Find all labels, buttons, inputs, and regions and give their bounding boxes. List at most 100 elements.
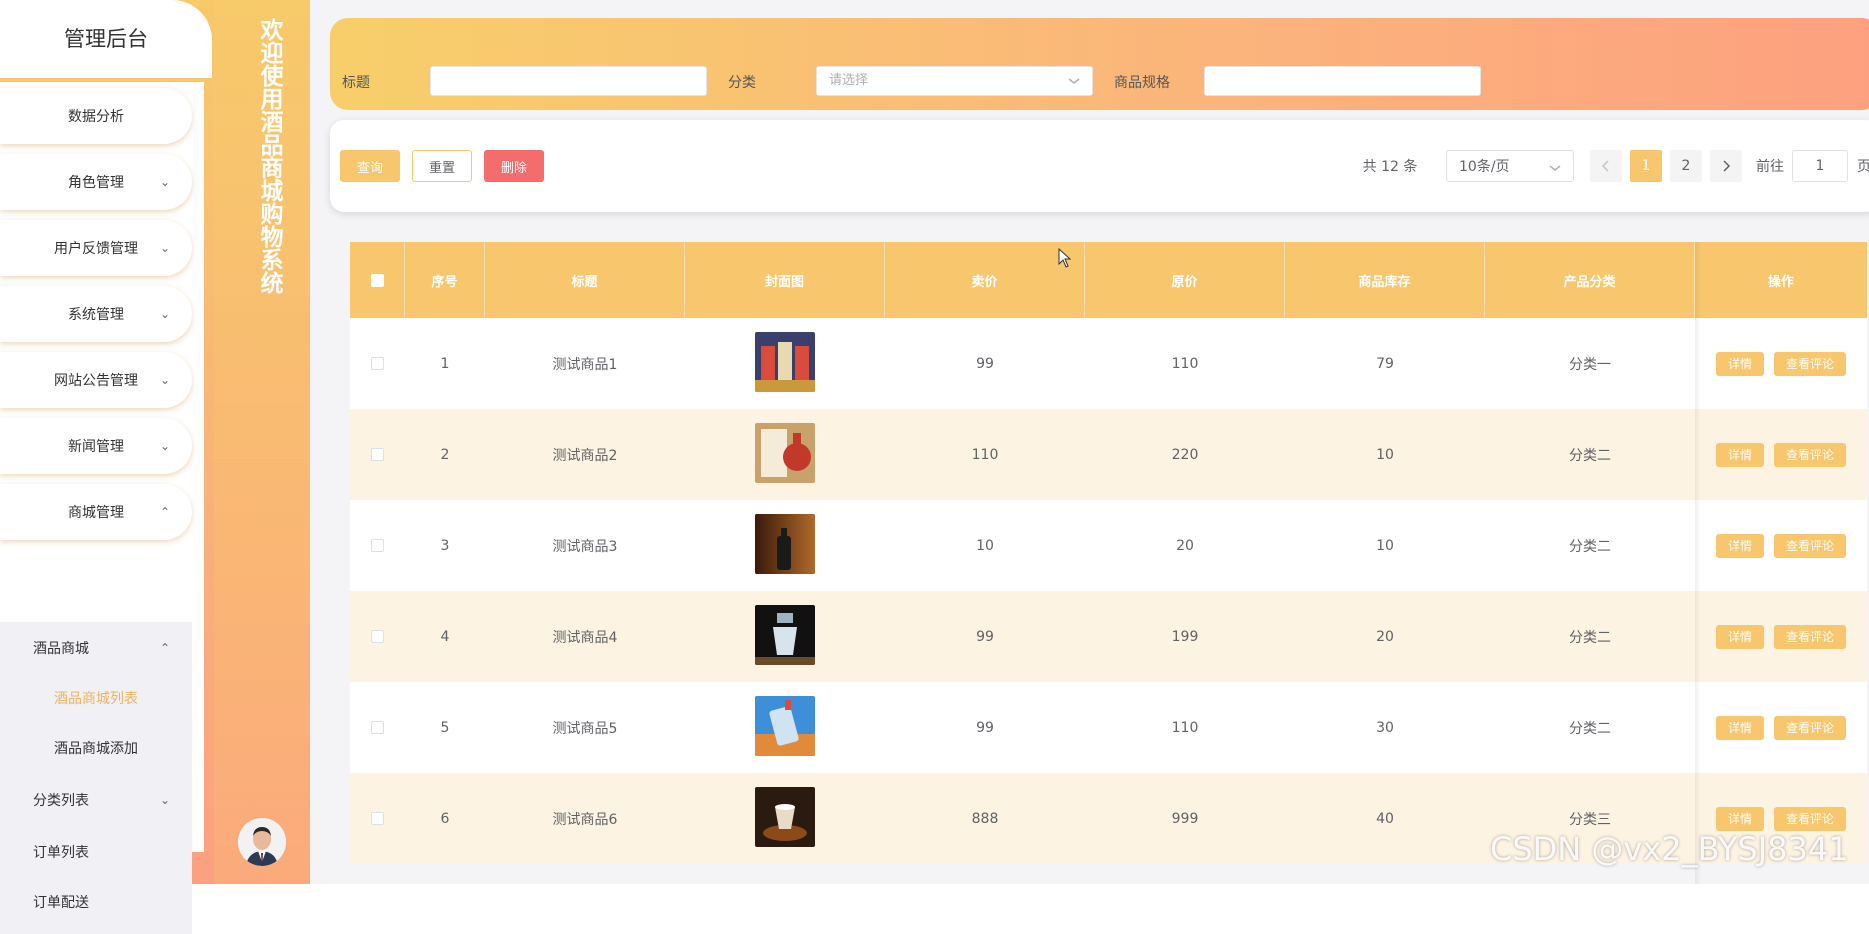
welcome-text: 欢迎使用酒品商城购物系统 [256,18,282,294]
cover-image[interactable] [755,513,815,578]
detail-button[interactable]: 详情 [1716,624,1764,649]
page-size-select[interactable]: 10条/页 [1446,150,1574,182]
cell-actions: 详情 查看评论 [1695,318,1867,409]
cell-actions: 详情 查看评论 [1695,682,1867,773]
cell-sell-price: 99 [976,628,994,645]
row-checkbox[interactable] [371,539,384,552]
page-1-button[interactable]: 1 [1630,150,1662,182]
cover-image[interactable] [755,422,815,487]
total-count: 共 12 条 [1362,159,1418,175]
sidebar-item-role-management[interactable]: 角色管理 ⌄ [0,154,192,210]
cell-title: 测试商品5 [552,720,618,737]
sidebar-item-mall-management[interactable]: 商城管理 ⌃ [0,484,192,540]
submenu-category-list[interactable]: 分类列表 ⌄ [0,778,192,822]
detail-button[interactable]: 详情 [1716,351,1764,376]
cover-image[interactable] [755,786,815,851]
cell-stock: 10 [1376,446,1394,463]
header-no: 序号 [405,242,485,318]
view-reviews-button[interactable]: 查看评论 [1774,533,1846,558]
sidebar-item-data-analysis[interactable]: 数据分析 [0,88,192,144]
cell-sell-price: 888 [971,810,999,827]
goto-page-input[interactable]: 1 [1792,150,1848,182]
query-button[interactable]: 查询 [340,150,400,182]
chevron-up-icon: ⌃ [159,505,170,519]
cell-cover [685,773,885,864]
header-stock: 商品库存 [1285,242,1485,318]
next-page-button[interactable] [1710,150,1742,182]
detail-button[interactable]: 详情 [1716,806,1764,831]
sidebar-title: 管理后台 [0,0,212,78]
page-2-button[interactable]: 2 [1670,150,1702,182]
cell-original-price: 20 [1176,537,1194,554]
chevron-down-icon: ⌄ [159,307,170,321]
cell-category: 分类二 [1569,629,1611,646]
cell-stock: 79 [1376,355,1394,372]
detail-button[interactable]: 详情 [1716,715,1764,740]
cell-sell-price: 99 [976,355,994,372]
header-sell-price: 卖价 [885,242,1085,318]
row-checkbox[interactable] [371,630,384,643]
cell-actions: 详情 查看评论 [1695,409,1867,500]
cover-image[interactable] [755,331,815,396]
row-checkbox[interactable] [371,357,384,370]
cell-cover [685,500,885,591]
search-panel: 标题 分类 请选择 商品规格 [330,18,1869,110]
cell-category: 分类二 [1569,720,1611,737]
table-row: 1 测试商品1 99 110 79 分类一 详情 查看评论 [350,318,1867,409]
cell-no: 5 [440,719,450,736]
view-reviews-button[interactable]: 查看评论 [1774,442,1846,467]
chevron-down-icon: ⌄ [159,439,170,453]
spec-input[interactable] [1204,66,1481,96]
cell-no: 2 [440,446,450,463]
sidebar-item-news-management[interactable]: 新闻管理 ⌄ [0,418,192,474]
category-select[interactable]: 请选择 [816,66,1093,96]
watermark: CSDN @vx2_BYSJ8341 [1490,830,1849,868]
cell-cover [685,591,885,682]
cell-original-price: 220 [1171,446,1199,463]
row-checkbox[interactable] [371,812,384,825]
submenu-wine-mall[interactable]: 酒品商城 ⌃ [0,626,192,670]
sidebar-item-system-management[interactable]: 系统管理 ⌄ [0,286,192,342]
view-reviews-button[interactable]: 查看评论 [1774,351,1846,376]
submenu-order-list[interactable]: 订单列表 [0,830,192,874]
submenu-order-delivery[interactable]: 订单配送 [0,880,192,924]
avatar[interactable] [238,818,286,866]
cell-title: 测试商品2 [552,447,618,464]
row-checkbox-cell [350,682,405,773]
select-all-checkbox[interactable] [370,273,384,287]
title-label: 标题 [342,75,370,91]
reset-button[interactable]: 重置 [412,150,472,182]
cell-no: 4 [440,628,450,645]
view-reviews-button[interactable]: 查看评论 [1774,715,1846,740]
header-cover: 封面图 [685,242,885,318]
chevron-down-icon: ⌄ [159,241,170,255]
detail-button[interactable]: 详情 [1716,442,1764,467]
row-checkbox[interactable] [371,448,384,461]
title-input[interactable] [430,66,707,96]
cover-image[interactable] [755,604,815,669]
header-select-all[interactable] [350,242,405,318]
row-checkbox[interactable] [371,721,384,734]
prev-page-button[interactable] [1590,150,1622,182]
cell-original-price: 110 [1171,719,1199,736]
delete-button[interactable]: 删除 [484,150,544,182]
cell-title: 测试商品6 [552,811,618,828]
cell-stock: 40 [1376,810,1394,827]
submenu-wine-mall-add[interactable]: 酒品商城添加 [0,726,192,770]
sidebar-item-feedback-management[interactable]: 用户反馈管理 ⌄ [0,220,192,276]
view-reviews-button[interactable]: 查看评论 [1774,806,1846,831]
cover-image[interactable] [755,695,815,760]
cell-stock: 10 [1376,537,1394,554]
table-row: 5 测试商品5 99 110 30 分类二 详情 查看评论 [350,682,1867,773]
cell-sell-price: 110 [971,446,999,463]
submenu-wine-mall-list[interactable]: 酒品商城列表 [0,676,192,720]
view-reviews-button[interactable]: 查看评论 [1774,624,1846,649]
sidebar-item-announcement-management[interactable]: 网站公告管理 ⌄ [0,352,192,408]
detail-button[interactable]: 详情 [1716,533,1764,558]
cell-category: 分类一 [1569,356,1611,373]
cell-original-price: 199 [1171,628,1199,645]
mouse-cursor-icon [1058,248,1072,268]
table-row: 2 测试商品2 110 220 10 分类二 详情 查看评论 [350,409,1867,500]
cell-actions: 详情 查看评论 [1695,500,1867,591]
table-header: 序号 标题 封面图 卖价 原价 商品库存 产品分类 操作 [350,242,1867,318]
